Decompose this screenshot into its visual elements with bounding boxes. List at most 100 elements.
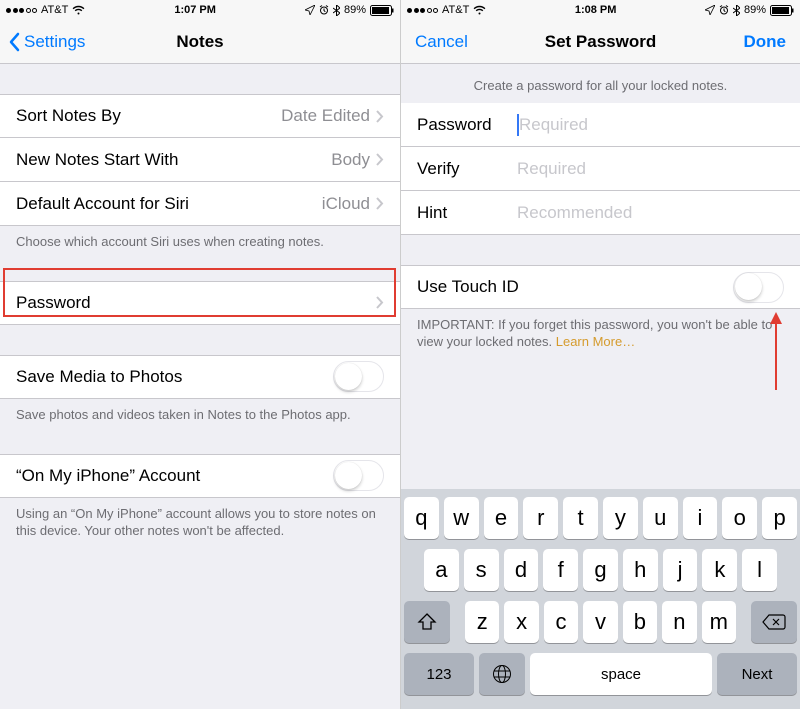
carrier-label: AT&T (41, 4, 68, 16)
hint-input[interactable] (517, 203, 784, 223)
clock-label: 1:08 PM (575, 4, 617, 16)
important-footer: IMPORTANT: If you forget this password, … (401, 309, 800, 351)
row-label: Default Account for Siri (16, 194, 189, 214)
verify-input[interactable] (517, 159, 784, 179)
key-s[interactable]: s (464, 549, 499, 591)
key-h[interactable]: h (623, 549, 658, 591)
alarm-icon (719, 5, 729, 15)
key-a[interactable]: a (424, 549, 459, 591)
backspace-icon (762, 613, 786, 631)
key-p[interactable]: p (762, 497, 797, 539)
row-value: Body (331, 150, 370, 170)
key-i[interactable]: i (683, 497, 718, 539)
hint-field-row[interactable]: Hint (401, 191, 800, 235)
save-media-switch[interactable] (333, 361, 384, 392)
siri-footer: Choose which account Siri uses when crea… (0, 226, 400, 251)
touch-id-switch[interactable] (733, 272, 784, 303)
row-on-my-iphone[interactable]: “On My iPhone” Account (0, 454, 400, 498)
status-bar: AT&T 1:07 PM 89% (0, 0, 400, 20)
row-label: Use Touch ID (417, 277, 519, 297)
key-j[interactable]: j (663, 549, 698, 591)
next-key[interactable]: Next (717, 653, 797, 695)
location-icon (705, 5, 715, 15)
battery-percent: 89% (344, 4, 366, 16)
key-q[interactable]: q (404, 497, 439, 539)
row-label: Password (16, 293, 91, 313)
numbers-key[interactable]: 123 (404, 653, 474, 695)
backspace-key[interactable] (751, 601, 797, 643)
key-d[interactable]: d (504, 549, 539, 591)
nav-title: Set Password (545, 32, 657, 52)
battery-icon (770, 5, 794, 16)
chevron-right-icon (376, 296, 384, 309)
save-media-footer: Save photos and videos taken in Notes to… (0, 399, 400, 424)
field-label: Hint (417, 203, 517, 223)
key-g[interactable]: g (583, 549, 618, 591)
password-input[interactable] (519, 115, 784, 135)
key-m[interactable]: m (702, 601, 736, 643)
learn-more-link[interactable]: Learn More… (556, 334, 635, 349)
done-button[interactable]: Done (744, 32, 787, 52)
nav-bar: Settings Notes (0, 20, 400, 64)
key-x[interactable]: x (504, 601, 538, 643)
carrier-label: AT&T (442, 4, 469, 16)
bluetooth-icon (333, 5, 340, 16)
key-t[interactable]: t (563, 497, 598, 539)
back-button[interactable]: Settings (8, 32, 85, 52)
bluetooth-icon (733, 5, 740, 16)
key-u[interactable]: u (643, 497, 678, 539)
signal-dots-icon (407, 8, 438, 13)
shift-icon (417, 613, 437, 631)
status-bar: AT&T 1:08 PM 89% (401, 0, 800, 20)
chevron-left-icon (8, 32, 20, 52)
row-sort-notes[interactable]: Sort Notes By Date Edited (0, 94, 400, 138)
row-value: iCloud (322, 194, 370, 214)
verify-field-row[interactable]: Verify (401, 147, 800, 191)
key-l[interactable]: l (742, 549, 777, 591)
on-my-iphone-switch[interactable] (333, 460, 384, 491)
form-header: Create a password for all your locked no… (401, 64, 800, 103)
key-k[interactable]: k (702, 549, 737, 591)
key-b[interactable]: b (623, 601, 657, 643)
globe-icon (492, 664, 512, 684)
key-n[interactable]: n (662, 601, 696, 643)
cancel-button[interactable]: Cancel (415, 32, 468, 52)
keyboard: qwertyuiop asdfghjkl zxcvbnm 123 (401, 489, 800, 709)
shift-key[interactable] (404, 601, 450, 643)
key-v[interactable]: v (583, 601, 617, 643)
row-label: New Notes Start With (16, 150, 179, 170)
row-save-media[interactable]: Save Media to Photos (0, 355, 400, 399)
row-label: Sort Notes By (16, 106, 121, 126)
nav-bar: Cancel Set Password Done (401, 20, 800, 64)
space-key[interactable]: space (530, 653, 712, 695)
signal-dots-icon (6, 8, 37, 13)
row-new-notes-start[interactable]: New Notes Start With Body (0, 138, 400, 182)
key-c[interactable]: c (544, 601, 578, 643)
location-icon (305, 5, 315, 15)
key-w[interactable]: w (444, 497, 479, 539)
battery-percent: 89% (744, 4, 766, 16)
key-r[interactable]: r (523, 497, 558, 539)
key-y[interactable]: y (603, 497, 638, 539)
field-label: Verify (417, 159, 517, 179)
nav-title: Notes (176, 32, 223, 52)
chevron-right-icon (376, 153, 384, 166)
back-label: Settings (24, 32, 85, 52)
key-z[interactable]: z (465, 601, 499, 643)
row-label: “On My iPhone” Account (16, 466, 200, 486)
chevron-right-icon (376, 110, 384, 123)
key-o[interactable]: o (722, 497, 757, 539)
row-password[interactable]: Password (0, 281, 400, 325)
field-label: Password (417, 115, 517, 135)
wifi-icon (473, 5, 486, 15)
phone-right: AT&T 1:08 PM 89% Cancel Set Password Don… (400, 0, 800, 709)
key-e[interactable]: e (484, 497, 519, 539)
password-field-row[interactable]: Password (401, 103, 800, 147)
phone-left: AT&T 1:07 PM 89% Settings Notes (0, 0, 400, 709)
row-touch-id[interactable]: Use Touch ID (401, 265, 800, 309)
chevron-right-icon (376, 197, 384, 210)
wifi-icon (72, 5, 85, 15)
row-default-siri-account[interactable]: Default Account for Siri iCloud (0, 182, 400, 226)
globe-key[interactable] (479, 653, 525, 695)
key-f[interactable]: f (543, 549, 578, 591)
